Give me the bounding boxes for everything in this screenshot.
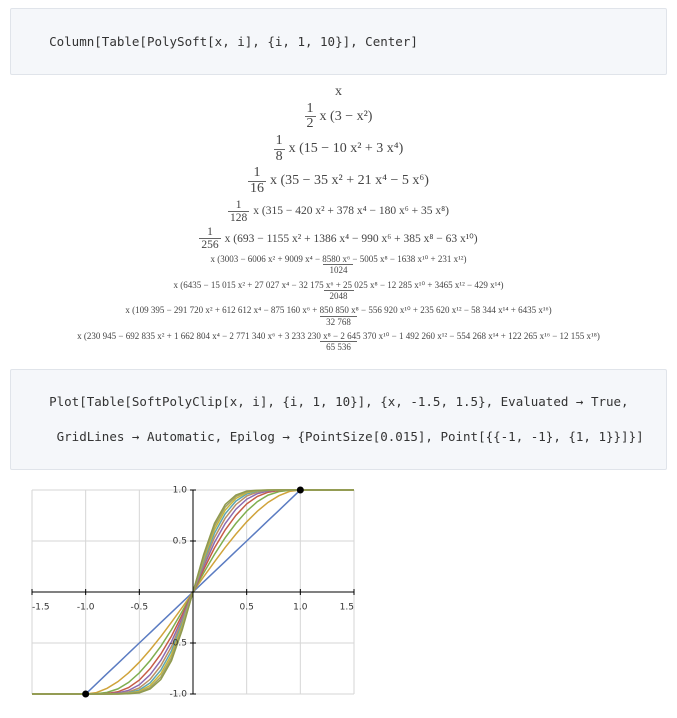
polysoft-output: x 1 2 x (3 − x²) 1 8 x (15 − 10 x² + 3 x… [10,83,667,355]
poly-row-2: 1 2 x (3 − x²) [10,101,667,133]
svg-text:1.0: 1.0 [173,486,188,496]
poly-row-6: 1 256 x (693 − 1155 x² + 1386 x⁴ − 990 x… [10,225,667,252]
poly-row-10: x (230 945 − 692 835 x² + 1 662 804 x⁴ −… [10,329,667,355]
code-cell-1: Column[Table[PolySoft[x, i], {i, 1, 10}]… [10,8,667,75]
axes [32,490,354,694]
epilog-point [297,487,304,494]
svg-text:-0.5: -0.5 [131,603,149,613]
svg-text:1.5: 1.5 [340,603,354,613]
poly-row-4: 1 16 x (35 − 35 x² + 21 x⁴ − 5 x⁶) [10,165,667,197]
svg-text:1.0: 1.0 [293,603,308,613]
svg-text:-1.5: -1.5 [32,603,50,613]
svg-text:-1.0: -1.0 [169,690,187,700]
svg-text:0.5: 0.5 [173,537,187,547]
code-text-1: Column[Table[PolySoft[x, i], {i, 1, 10}]… [49,34,418,49]
svg-text:-1.0: -1.0 [77,603,95,613]
poly-row-1: x [10,83,667,101]
plot-output: -1.5 -1.0 -0.5 0.5 1.0 1.5 -1.0 -0.5 0.5 1.0 [4,478,667,708]
code-text-2a: Plot[Table[SoftPolyClip[x, i], {i, 1, 10… [49,394,628,409]
code-cell-2: Plot[Table[SoftPolyClip[x, i], {i, 1, 10… [10,369,667,471]
svg-text:-0.5: -0.5 [169,639,187,649]
poly-row-5: 1 128 x (315 − 420 x² + 378 x⁴ − 180 x⁶ … [10,198,667,225]
svg-text:0.5: 0.5 [240,603,254,613]
plot-svg: -1.5 -1.0 -0.5 0.5 1.0 1.5 -1.0 -0.5 0.5 1.0 [4,478,364,708]
epilog-point [82,691,89,698]
code-text-2b: GridLines → Automatic, Epilog → {PointSi… [49,429,644,444]
poly-row-8: x (6435 − 15 015 x² + 27 027 x⁴ − 32 175… [10,278,667,304]
poly-row-3: 1 8 x (15 − 10 x² + 3 x⁴) [10,133,667,165]
poly-row-7: x (3003 − 6006 x² + 9009 x⁴ − 8580 x⁶ − … [10,252,667,278]
poly-row-9: x (109 395 − 291 720 x² + 612 612 x⁴ − 8… [10,303,667,329]
